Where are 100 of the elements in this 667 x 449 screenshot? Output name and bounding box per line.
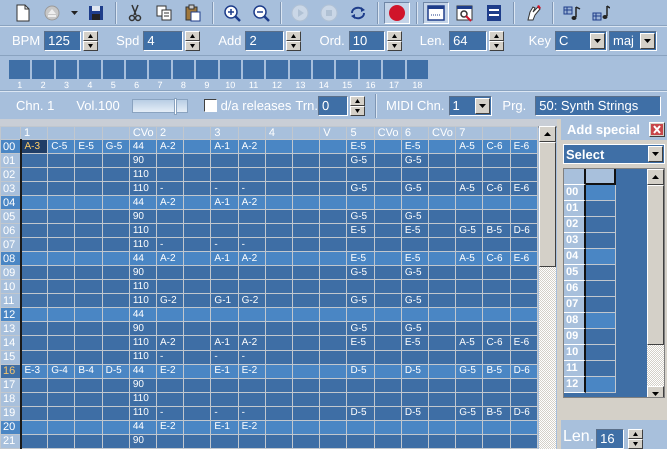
table-cell[interactable] [320,154,347,168]
table-cell[interactable]: A-5 [456,140,483,154]
table-cell[interactable]: G-5 [456,364,483,378]
table-cell[interactable] [374,364,402,378]
table-cell[interactable] [292,364,320,378]
table-cell[interactable] [374,168,402,182]
table-cell[interactable] [48,154,75,168]
table-cell[interactable] [102,420,130,434]
table-cell[interactable]: - [238,406,266,420]
table-cell[interactable]: A-2 [238,140,266,154]
table-cell[interactable] [48,252,75,266]
table-cell[interactable] [184,140,211,154]
table-cell[interactable] [184,252,211,266]
table-cell[interactable] [102,280,130,294]
order-slot[interactable] [195,59,219,80]
table-cell[interactable] [586,185,616,202]
table-cell[interactable] [428,168,456,182]
table-cell[interactable] [456,266,483,280]
table-cell[interactable] [156,224,184,238]
order-slot[interactable] [78,59,102,80]
order-slot[interactable] [406,59,430,80]
table-cell[interactable] [586,313,616,330]
table-cell[interactable]: G-5 [456,224,483,238]
table-cell[interactable] [374,238,402,252]
table-cell[interactable] [456,350,483,364]
table-cell[interactable] [374,420,402,434]
table-cell[interactable] [586,233,616,250]
table-cell[interactable] [156,168,184,182]
table-cell[interactable] [48,322,75,336]
table-cell[interactable] [586,377,616,394]
order-slot[interactable] [54,59,78,80]
table-cell[interactable] [586,281,616,298]
table-cell[interactable] [374,154,402,168]
table-cell[interactable] [156,378,184,392]
table-cell[interactable] [184,266,211,280]
record-button[interactable] [384,2,410,24]
table-cell[interactable] [156,308,184,322]
table-cell[interactable] [320,350,347,364]
table-cell[interactable] [292,350,320,364]
table-cell[interactable]: - [156,350,184,364]
table-cell[interactable] [456,168,483,182]
table-cell[interactable] [320,196,347,210]
table-cell[interactable] [320,140,347,154]
order-slot[interactable] [148,59,172,80]
table-cell[interactable]: A-2 [238,196,266,210]
table-cell[interactable] [238,168,266,182]
spin-down-button[interactable] [386,41,402,51]
pattern-view-button[interactable] [423,2,449,24]
table-cell[interactable] [184,392,211,406]
scrollbar[interactable] [539,126,556,449]
table-cell[interactable]: E-2 [238,364,266,378]
table-cell[interactable] [238,224,266,238]
table-cell[interactable]: G-4 [48,364,75,378]
table-cell[interactable] [184,182,211,196]
table-cell[interactable] [292,420,320,434]
table-cell[interactable] [184,168,211,182]
table-cell[interactable] [374,266,402,280]
slider-thumb[interactable] [174,98,177,114]
table-cell[interactable] [48,294,75,308]
table-cell[interactable]: G-5 [456,406,483,420]
table-cell[interactable] [48,280,75,294]
table-cell[interactable] [320,182,347,196]
table-cell[interactable] [320,308,347,322]
table-cell[interactable]: A-5 [456,182,483,196]
table-cell[interactable] [428,364,456,378]
table-cell[interactable] [102,154,130,168]
table-cell[interactable] [428,252,456,266]
table-cell[interactable] [102,350,130,364]
spin-down-button[interactable] [628,439,644,449]
table-cell[interactable] [102,224,130,238]
table-cell[interactable] [48,196,75,210]
table-cell[interactable] [374,252,402,266]
number-field[interactable]: 0 [318,96,348,116]
spin-up-button[interactable] [489,31,504,41]
table-cell[interactable] [156,322,184,336]
table-cell[interactable] [292,406,320,420]
table-cell[interactable] [374,196,402,210]
table-cell[interactable] [320,252,347,266]
table-cell[interactable] [320,322,347,336]
table-cell[interactable] [184,406,211,420]
scrollbar[interactable] [647,169,664,397]
table-cell[interactable] [456,238,483,252]
table-cell[interactable] [456,378,483,392]
order-slot[interactable] [358,59,382,80]
table-cell[interactable] [156,210,184,224]
dropdown[interactable]: 1 [448,96,492,116]
dropdown[interactable]: Select [563,144,665,164]
table-cell[interactable] [102,210,130,224]
order-slot[interactable] [124,59,148,80]
number-field[interactable]: 64 [449,31,488,51]
table-cell[interactable] [374,224,402,238]
order-slot[interactable] [172,59,196,80]
order-slot[interactable] [8,59,32,80]
table-cell[interactable] [292,266,320,280]
table-cell[interactable] [374,392,402,406]
table-cell[interactable] [428,406,456,420]
table-cell[interactable] [292,140,320,154]
table-cell[interactable]: A-2 [156,252,184,266]
table-cell[interactable] [320,210,347,224]
table-cell[interactable] [292,294,320,308]
